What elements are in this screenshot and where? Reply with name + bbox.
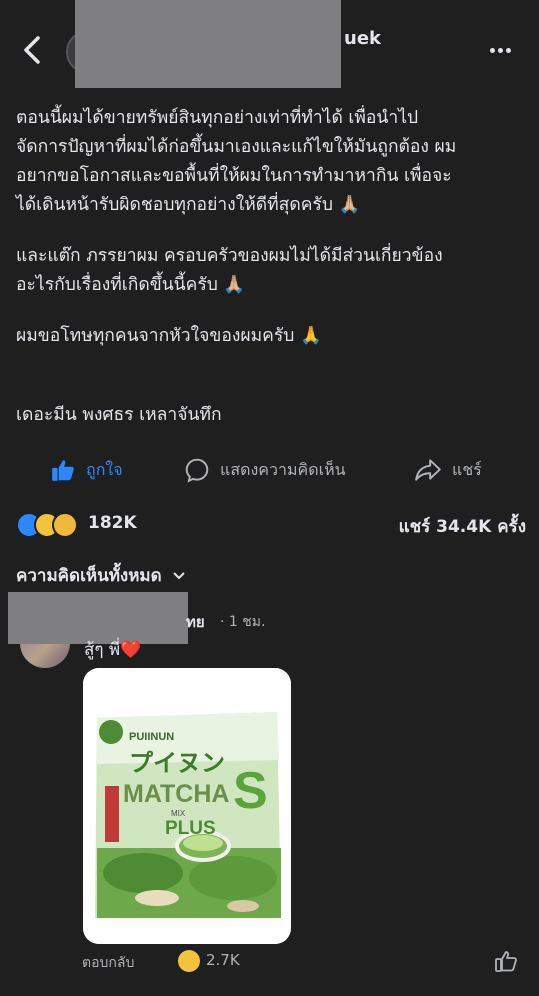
product-name: MATCHA (123, 780, 229, 808)
post-header: uek (0, 0, 539, 100)
comment-image[interactable]: PUIINUN プイヌン MATCHA S MIX PLUS (83, 668, 291, 944)
post-action-bar: ถูกใจ แสดงความคิดเห็น แชร์ (0, 452, 539, 492)
comment-reaction-count[interactable]: 2.7K (206, 951, 240, 969)
comment-bubble-icon (185, 458, 209, 483)
chevron-down-icon (172, 571, 185, 579)
post-signature: เดอะมีน พงศธร เหลาจันทึก (16, 405, 222, 425)
comments-filter-label: ความคิดเห็นทั้งหมด (16, 566, 162, 586)
reaction-count[interactable]: 182K (88, 513, 137, 533)
comment-like-icon[interactable] (494, 948, 518, 974)
share-label: แชร์ (452, 459, 482, 479)
comment-button[interactable]: แสดงความคิดเห็น (184, 452, 346, 488)
product-letter: S (233, 762, 268, 820)
comment-label: แสดงความคิดเห็น (220, 459, 346, 479)
redaction-box (75, 0, 341, 88)
haha-reaction-icon (178, 950, 200, 972)
product-brand: PUIINUN (129, 731, 174, 743)
share-arrow-icon (415, 459, 441, 481)
post-paragraph: ตอนนี้ผมได้ขายทรัพย์สินทุกอย่างเท่าที่ทำ… (16, 108, 457, 215)
comments-filter-dropdown[interactable]: ความคิดเห็นทั้งหมด (16, 562, 186, 589)
comment-text: สู้ๆ พี่❤️ (84, 640, 142, 660)
post-paragraph: ผมขอโทษทุกคนจากหัวใจของผมครับ 🙏 (16, 326, 322, 346)
thumbs-up-icon (52, 460, 74, 481)
more-options-icon[interactable] (490, 38, 520, 58)
post-paragraph: และแต๊ก ภรรยาผม ครอบครัวของผมไม่ได้มีส่ว… (16, 246, 443, 295)
commenter-name[interactable]: ทย (186, 610, 205, 634)
share-button[interactable]: แชร์ (414, 452, 482, 488)
matcha-product-photo: PUIINUN プイヌン MATCHA S MIX PLUS (83, 668, 291, 944)
reply-button[interactable]: ตอบกลับ (82, 952, 134, 974)
post-body: ตอนนี้ผมได้ขายทรัพย์สินทุกอย่างเท่าที่ทำ… (16, 104, 526, 452)
post-stats: 182K แชร์ 34.4K ครั้ง (16, 510, 526, 540)
sad-reaction-icon (52, 512, 78, 538)
share-count[interactable]: แชร์ 34.4K ครั้ง (399, 513, 526, 540)
comment-time: · 1 ชม. (220, 614, 266, 630)
back-arrow-icon[interactable] (20, 32, 46, 68)
like-label: ถูกใจ (86, 459, 123, 479)
reaction-icons[interactable] (16, 512, 86, 538)
author-name[interactable]: uek (344, 28, 381, 49)
product-mix: MIX (171, 809, 186, 818)
product-japanese: プイヌン (129, 749, 225, 777)
like-button[interactable]: ถูกใจ (50, 452, 123, 488)
product-plus: PLUS (165, 818, 216, 839)
